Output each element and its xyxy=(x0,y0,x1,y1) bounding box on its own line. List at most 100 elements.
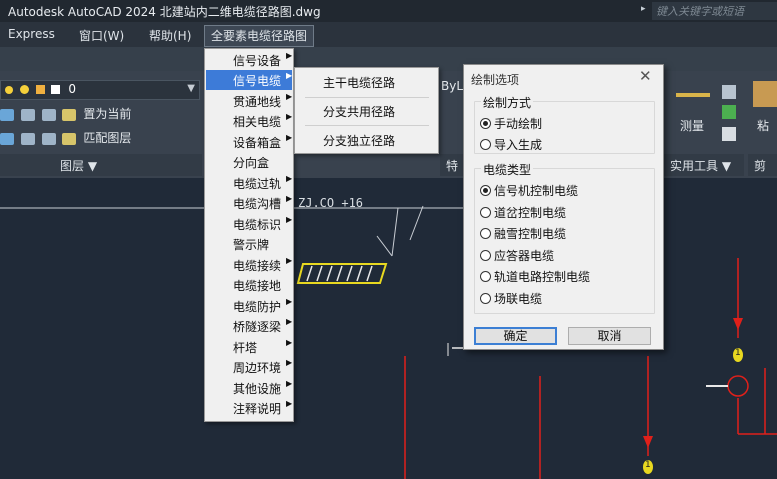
menu-item-surroundings[interactable]: 周边环境 ▶ xyxy=(206,357,292,377)
radio-yard-link-cable[interactable]: 场联电缆 xyxy=(480,290,542,308)
layer-name: 0 xyxy=(68,82,76,96)
radio-unchecked-icon xyxy=(480,271,491,282)
radio-manual-draw[interactable]: 手动绘制 xyxy=(480,115,542,133)
clipboard-panel-title[interactable]: 剪 xyxy=(748,154,777,176)
layer-tools-row-1: 置为当前 xyxy=(0,105,131,125)
menu-item-warning-sign[interactable]: 警示牌 xyxy=(206,234,292,254)
menu-item-cable-trench[interactable]: 电缆沟槽 ▶ xyxy=(206,193,292,213)
search-arrow-icon[interactable]: ▸ xyxy=(641,4,646,14)
leader-line xyxy=(376,235,393,257)
menu-cable-route[interactable]: 全要素电缆径路图 xyxy=(204,25,315,47)
layer-tool-icon[interactable] xyxy=(20,132,35,145)
radio-unchecked-icon xyxy=(480,139,491,150)
menu-item-signal-equipment[interactable]: 信号设备 ▶ xyxy=(206,50,292,70)
menu-item-signal-cable[interactable]: 信号电缆 ▶ xyxy=(206,70,292,90)
radio-balise-cable[interactable]: 应答器电缆 xyxy=(480,247,554,265)
radio-switch-control-cable[interactable]: 道岔控制电缆 xyxy=(480,204,566,222)
set-current-icon xyxy=(62,108,77,121)
marker-label: 1 xyxy=(735,348,741,358)
layer-dropdown[interactable]: 0 ▼ xyxy=(0,80,200,100)
menu-item-pole-tower[interactable]: 杆塔 ▶ xyxy=(206,337,292,357)
quick-select-icon[interactable] xyxy=(722,105,736,119)
cable-type-group: 电缆类型 信号机控制电缆 道岔控制电缆 融雪控制电缆 应答器电缆 轨道电路控制电… xyxy=(474,161,655,314)
menu-item-cable-marker[interactable]: 电缆标识 ▶ xyxy=(206,214,292,234)
menu-item-related-cable[interactable]: 相关电缆 ▶ xyxy=(206,111,292,131)
paste-button[interactable]: 粘 xyxy=(757,117,769,134)
radio-track-circuit-cable[interactable]: 轨道电路控制电缆 xyxy=(480,268,590,286)
layers-panel-title[interactable]: 图层 ▼ xyxy=(0,154,202,176)
menu-item-cable-splice[interactable]: 电缆接续 ▶ xyxy=(206,255,292,275)
marker-label: 1 xyxy=(645,460,651,470)
layer-tool-icon[interactable] xyxy=(41,132,56,145)
menu-item-equipment-box[interactable]: 设备箱盒 ▶ xyxy=(206,132,292,152)
layer-tool-icon[interactable] xyxy=(0,132,14,145)
menu-item-annotation[interactable]: 注释说明 ▶ xyxy=(206,398,292,418)
submenu-arrow-icon: ▶ xyxy=(286,379,293,388)
menu-item-branch-shared-route[interactable]: 分支共用径路 xyxy=(295,98,438,124)
close-icon[interactable]: ✕ xyxy=(639,67,652,85)
id-point-icon[interactable] xyxy=(722,85,736,99)
radio-checked-icon xyxy=(480,185,491,196)
submenu-arrow-icon: ▶ xyxy=(286,71,293,80)
signal-cable-submenu: 主干电缆径路 分支共用径路 分支独立径路 xyxy=(294,67,439,154)
radio-snow-melt-cable[interactable]: 融雪控制电缆 xyxy=(480,225,566,243)
match-layer-icon xyxy=(62,132,77,145)
menu-item-bridge-tunnel[interactable]: 桥隧逐梁 ▶ xyxy=(206,316,292,336)
submenu-arrow-icon: ▶ xyxy=(286,297,293,306)
set-current-button[interactable]: 置为当前 xyxy=(83,107,131,121)
leader-line xyxy=(409,205,424,241)
title-bar: Autodesk AutoCAD 2024 北建站内二维电缆径路图.dwg ▸ … xyxy=(0,0,777,22)
window-title: Autodesk AutoCAD 2024 北建站内二维电缆径路图.dwg xyxy=(8,5,321,19)
menu-separator xyxy=(305,125,429,126)
cable-type-label: 电缆类型 xyxy=(481,161,534,178)
utilities-panel-title[interactable]: 实用工具 ▼ xyxy=(664,154,744,176)
layer-tool-icon[interactable] xyxy=(20,108,35,121)
menu-express[interactable]: Express xyxy=(8,27,55,41)
submenu-arrow-icon: ▶ xyxy=(286,215,293,224)
autocad-window: Autodesk AutoCAD 2024 北建站内二维电缆径路图.dwg ▸ … xyxy=(0,0,777,479)
radio-unchecked-icon xyxy=(480,250,491,261)
menu-item-ground-wire[interactable]: 贯通地线 ▶ xyxy=(206,91,292,111)
search-input[interactable]: 键入关键字或短语 xyxy=(652,2,777,20)
layer-unlock-icon xyxy=(35,85,45,94)
radio-import-generate[interactable]: 导入生成 xyxy=(480,136,542,154)
radio-unchecked-icon xyxy=(480,207,491,218)
menu-window[interactable]: 窗口(W) xyxy=(79,27,124,44)
menu-bar: Express 窗口(W) 帮助(H) 全要素电缆径路图 xyxy=(0,22,777,47)
drawing-text: ZJ.CO +16 xyxy=(298,196,364,210)
menu-item-branch-independent-route[interactable]: 分支独立径路 xyxy=(295,127,438,153)
radio-signal-control-cable[interactable]: 信号机控制电缆 xyxy=(480,182,578,200)
paste-icon xyxy=(753,81,777,107)
route-arrow-icon xyxy=(643,436,653,448)
layer-tool-icon[interactable] xyxy=(41,108,56,121)
measure-button[interactable]: 测量 xyxy=(680,117,704,134)
submenu-arrow-icon: ▶ xyxy=(286,92,293,101)
submenu-arrow-icon: ▶ xyxy=(286,51,293,60)
ok-button[interactable]: 确定 xyxy=(474,327,557,345)
route-arrow-icon xyxy=(733,318,743,330)
signal-symbol-icon xyxy=(727,375,749,397)
cancel-button[interactable]: 取消 xyxy=(568,327,651,345)
layer-tool-icon[interactable] xyxy=(0,108,14,121)
menu-item-cable-crossing[interactable]: 电缆过轨 ▶ xyxy=(206,173,292,193)
submenu-arrow-icon: ▶ xyxy=(286,174,293,183)
match-layer-button[interactable]: 匹配图层 xyxy=(83,131,131,145)
special-panel-title[interactable]: 特 xyxy=(440,154,464,176)
dialog-title: 绘制选项 xyxy=(471,73,520,87)
layer-color-icon xyxy=(51,85,61,94)
layer-tools-row-2: 匹配图层 xyxy=(0,129,131,149)
menu-item-cable-protection[interactable]: 电缆防护 ▶ xyxy=(206,296,292,316)
measure-icon xyxy=(676,93,710,97)
radio-unchecked-icon xyxy=(480,228,491,239)
menu-help[interactable]: 帮助(H) xyxy=(149,27,191,44)
calculator-icon[interactable] xyxy=(722,127,736,141)
menu-item-other-facilities[interactable]: 其他设施 ▶ xyxy=(206,378,292,398)
menu-item-trunk-route[interactable]: 主干电缆径路 xyxy=(295,69,438,95)
submenu-arrow-icon: ▶ xyxy=(286,317,293,326)
menu-item-junction-box[interactable]: 分向盒 xyxy=(206,152,292,172)
draw-options-dialog: 绘制选项 ✕ 绘制方式 手动绘制 导入生成 电缆类型 信号机控制电缆 道岔控制电… xyxy=(463,64,664,350)
cable-route-menu: 信号设备 ▶ 信号电缆 ▶ 贯通地线 ▶ 相关电缆 ▶ 设备箱盒 ▶ 分向盒 电缆过轨 ▶ … xyxy=(204,48,294,422)
draw-mode-label: 绘制方式 xyxy=(481,94,534,111)
chevron-down-icon: ▼ xyxy=(187,83,195,94)
menu-item-cable-ground[interactable]: 电缆接地 xyxy=(206,275,292,295)
